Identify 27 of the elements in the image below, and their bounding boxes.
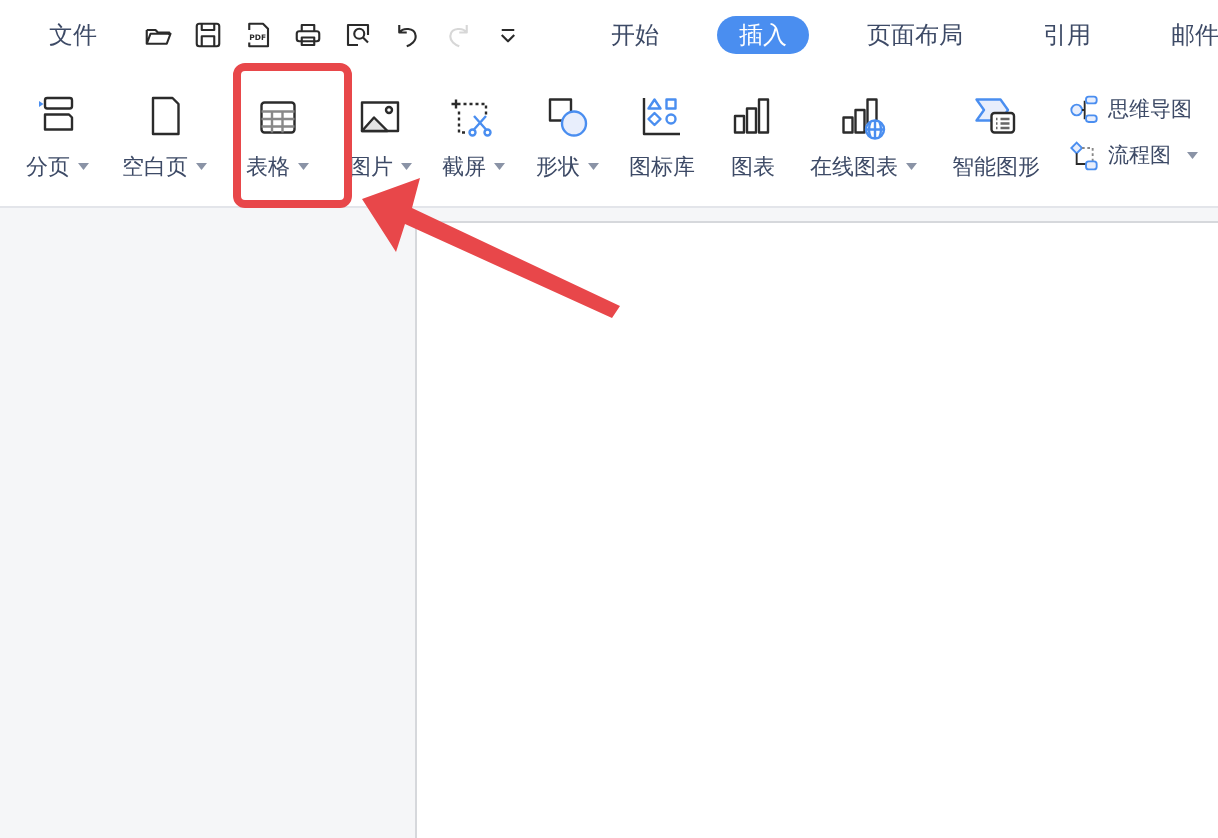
dropdown-caret-icon (196, 162, 207, 171)
ribbon-button[interactable]: 形状 (536, 150, 599, 183)
ribbon-button[interactable]: 表格 (246, 150, 309, 183)
ribbon-tab[interactable]: 引用 (1021, 16, 1113, 54)
dropdown-caret-icon (494, 162, 505, 171)
dropdown-caret-icon (77, 162, 89, 171)
dropdown-caret-icon (298, 162, 309, 171)
dropdown-caret-icon (400, 162, 412, 171)
ribbon-tab[interactable]: 页面布局 (845, 16, 985, 54)
ribbon-tab[interactable]: 开始 (589, 16, 681, 54)
ribbon-button[interactable]: 图表 (731, 150, 775, 183)
ribbon-button[interactable]: 在线图表 (809, 150, 917, 183)
ribbon-button[interactable]: 图标库 (629, 150, 695, 183)
ribbon-button[interactable]: 分页 (25, 150, 89, 183)
ribbon-button[interactable]: 流程图 (1068, 140, 1198, 172)
dropdown-caret-icon (1187, 152, 1198, 160)
ribbon-button[interactable]: 智能图形 (951, 150, 1040, 183)
ribbon-button[interactable]: 截屏 (442, 150, 505, 183)
flowchart-icon (1068, 140, 1100, 172)
file-menu[interactable]: 文件 (49, 17, 97, 53)
dropdown-caret-icon (588, 162, 599, 171)
dropdown-caret-icon (905, 162, 917, 171)
mind-map-icon (1068, 94, 1100, 126)
ribbon-button[interactable]: 思维导图 (1068, 94, 1198, 126)
ribbon-button[interactable]: 空白页 (122, 150, 207, 183)
ribbon-tab[interactable]: 邮件 (1149, 16, 1218, 54)
save-icon[interactable] (193, 20, 223, 50)
